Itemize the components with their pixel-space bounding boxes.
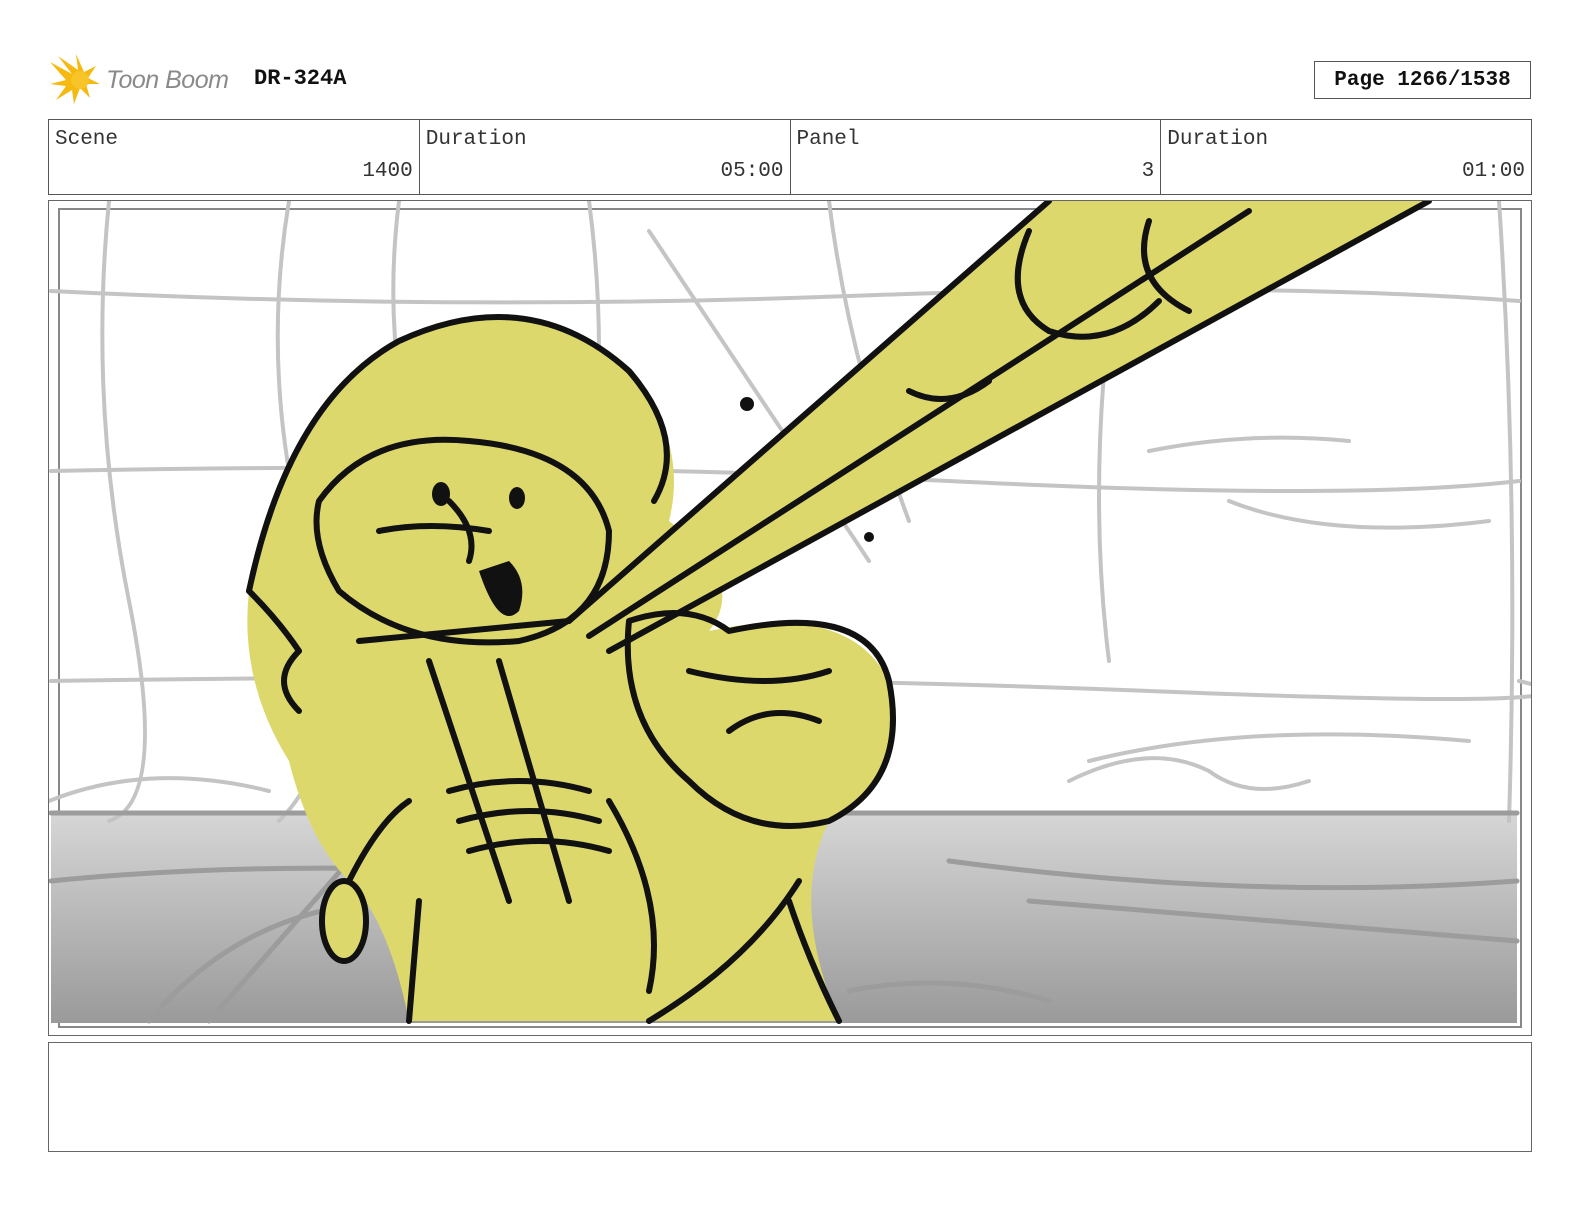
scene-value: 1400 xyxy=(362,160,413,183)
panel-duration-value: 01:00 xyxy=(1461,160,1525,183)
notes-box xyxy=(48,1042,1532,1152)
storyboard-panel xyxy=(48,200,1532,1036)
scene-duration-cell: Duration 05:00 xyxy=(420,120,791,194)
logo-text: Toon Boom xyxy=(106,65,229,94)
panel-value: 3 xyxy=(1141,160,1155,183)
starburst-icon xyxy=(50,54,100,104)
panel-sketch-image xyxy=(49,201,1531,1035)
scene-duration-value: 05:00 xyxy=(720,160,784,183)
info-row: Scene 1400 Duration 05:00 Panel 3 Durati… xyxy=(48,119,1532,195)
scene-label: Scene xyxy=(55,128,119,151)
panel-duration-cell: Duration 01:00 xyxy=(1161,120,1531,194)
page-number: Page 1266/1538 xyxy=(1314,61,1531,99)
panel-duration-label: Duration xyxy=(1167,128,1269,151)
panel-label: Panel xyxy=(796,128,860,151)
project-code: DR-324A xyxy=(254,66,347,91)
scene-duration-label: Duration xyxy=(425,128,527,151)
toon-boom-logo: Toon Boom xyxy=(50,54,229,106)
scene-cell: Scene 1400 xyxy=(49,120,420,194)
panel-cell: Panel 3 xyxy=(791,120,1162,194)
